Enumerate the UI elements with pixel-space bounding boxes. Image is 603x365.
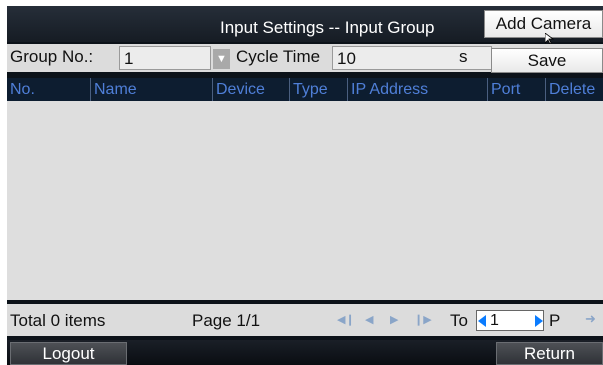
page-title: Input Settings -- Input Group <box>220 18 435 37</box>
page-jump-input[interactable]: 1 <box>476 310 544 331</box>
page-suffix-label: P <box>549 311 561 330</box>
app-window: Input Settings -- Input Group Add Camera… <box>0 0 603 365</box>
page-jump-value: 1 <box>490 312 499 329</box>
table-body <box>7 101 603 300</box>
cycle-time-unit: s <box>459 47 468 66</box>
column-header-type[interactable]: Type <box>289 78 347 101</box>
page-indicator: Page 1/1 <box>192 311 261 330</box>
first-page-icon[interactable]: ◀❙ <box>337 313 355 326</box>
return-button[interactable]: Return <box>496 342 603 365</box>
column-header-ip-address[interactable]: IP Address <box>347 78 487 101</box>
increment-icon[interactable] <box>535 315 543 327</box>
go-to-label: To <box>450 311 468 330</box>
column-header-name[interactable]: Name <box>90 78 212 101</box>
chevron-down-icon[interactable]: ▼ <box>213 49 230 69</box>
last-page-icon[interactable]: ❙▶ <box>414 313 432 326</box>
save-button[interactable]: Save <box>491 48 603 73</box>
input-group-panel: Input Settings -- Input Group Add Camera… <box>7 6 603 365</box>
table-header: No. Name Device Type IP Address Port Del… <box>7 78 603 101</box>
cycle-time-label: Cycle Time <box>236 47 321 66</box>
total-items: Total 0 items <box>10 311 106 330</box>
go-arrow-icon[interactable]: ➜ <box>585 311 596 327</box>
next-page-icon[interactable]: ▶ <box>390 313 398 326</box>
group-no-label: Group No.: <box>10 47 94 66</box>
group-no-select[interactable]: 1 <box>119 46 211 70</box>
previous-page-icon[interactable]: ◀ <box>365 313 373 326</box>
column-header-device[interactable]: Device <box>212 78 289 101</box>
column-header-port[interactable]: Port <box>487 78 545 101</box>
add-camera-button[interactable]: Add Camera <box>484 10 603 38</box>
column-header-no[interactable]: No. <box>7 78 90 101</box>
cycle-time-value: 10 <box>337 49 356 68</box>
decrement-icon[interactable] <box>478 315 486 327</box>
group-no-value: 1 <box>124 49 134 68</box>
logout-button[interactable]: Logout <box>10 342 127 365</box>
cycle-time-input[interactable]: 10 <box>332 46 492 70</box>
column-header-delete[interactable]: Delete <box>545 78 603 101</box>
